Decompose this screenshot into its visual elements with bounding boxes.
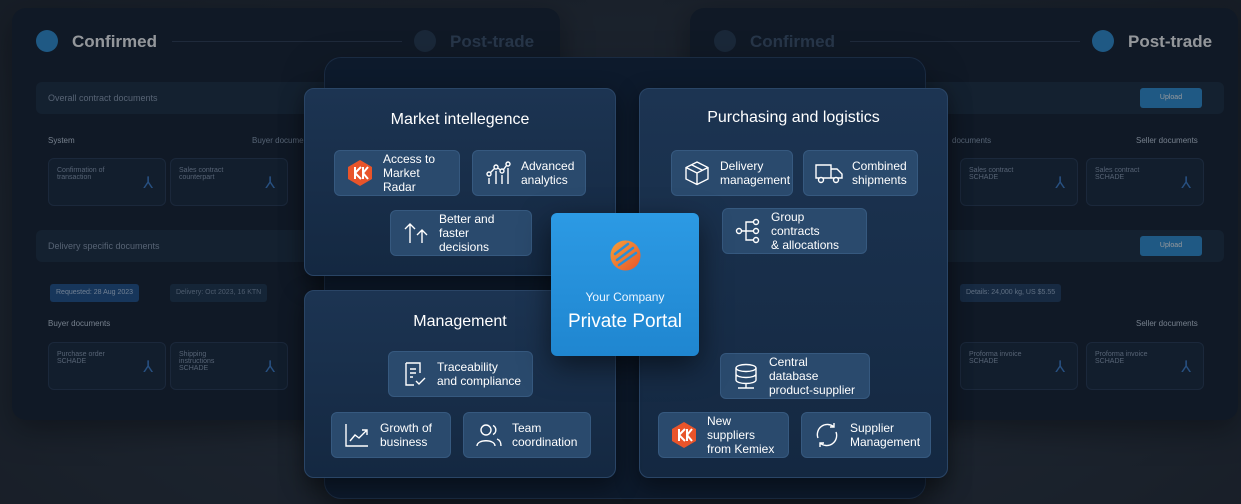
central-database-tile[interactable]: Central database product-supplier — [720, 353, 870, 399]
database-icon — [731, 361, 761, 391]
traceability-tile[interactable]: Traceability and compliance — [388, 351, 533, 397]
refresh-cycle-icon — [812, 420, 842, 450]
box-icon — [682, 158, 712, 188]
growth-label: Growth of business — [380, 421, 433, 449]
company-name: Your Company — [585, 290, 665, 304]
growth-tile[interactable]: Growth of business — [331, 412, 451, 458]
kemiex-logo-icon — [669, 420, 699, 450]
analytics-icon — [483, 158, 513, 188]
central-database-label: Central database product-supplier — [769, 355, 856, 397]
delivery-management-tile[interactable]: Delivery management — [671, 150, 793, 196]
private-portal-card[interactable]: Your Company Private Portal — [551, 213, 699, 356]
branch-icon — [733, 216, 763, 246]
trend-chart-icon — [342, 420, 372, 450]
users-icon — [474, 420, 504, 450]
purchasing-logistics-title: Purchasing and logistics — [707, 109, 880, 126]
team-coordination-label: Team coordination — [512, 421, 578, 449]
supplier-management-tile[interactable]: Supplier Management — [801, 412, 931, 458]
supplier-management-label: Supplier Management — [850, 421, 921, 449]
arrows-up-icon — [401, 218, 431, 248]
delivery-management-label: Delivery management — [720, 159, 791, 187]
new-suppliers-tile[interactable]: New suppliers from Kemiex — [658, 412, 789, 458]
document-check-icon — [399, 359, 429, 389]
combined-shipments-label: Combined shipments — [852, 159, 907, 187]
portal-title: Private Portal — [567, 311, 683, 332]
access-market-radar-label: Access to Market Radar — [383, 152, 436, 194]
advanced-analytics-label: Advanced analytics — [521, 159, 575, 187]
team-coordination-tile[interactable]: Team coordination — [463, 412, 591, 458]
new-suppliers-label: New suppliers from Kemiex — [707, 414, 775, 456]
better-decisions-label: Better and faster decisions — [439, 212, 495, 254]
market-intelligence-title: Market intellegence — [390, 111, 530, 128]
access-market-radar-tile[interactable]: Access to Market Radar — [334, 150, 460, 196]
truck-icon — [814, 158, 844, 188]
group-contracts-tile[interactable]: Group contracts & allocations — [722, 208, 867, 254]
company-logo-icon — [609, 239, 642, 272]
combined-shipments-tile[interactable]: Combined shipments — [803, 150, 918, 196]
kemiex-logo-icon — [345, 158, 375, 188]
traceability-label: Traceability and compliance — [437, 360, 522, 388]
better-decisions-tile[interactable]: Better and faster decisions — [390, 210, 532, 256]
advanced-analytics-tile[interactable]: Advanced analytics — [472, 150, 586, 196]
group-contracts-label: Group contracts & allocations — [771, 210, 840, 252]
